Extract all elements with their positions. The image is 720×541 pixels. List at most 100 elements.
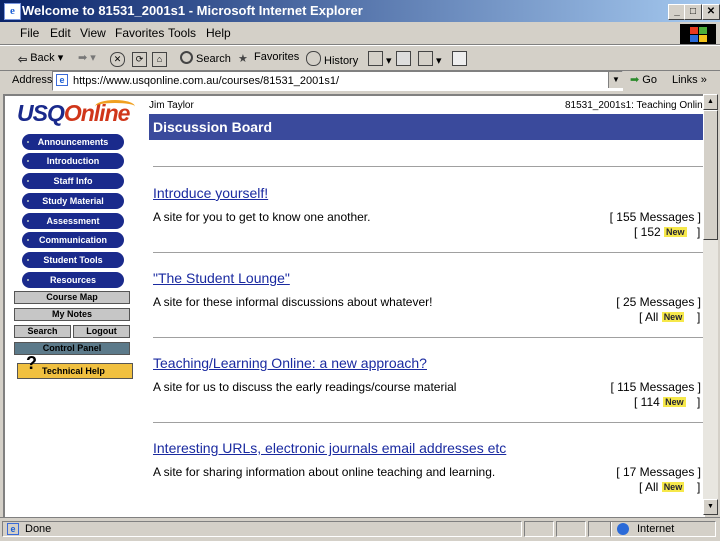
divider (153, 422, 703, 426)
window-title: Welcome to 81531_2001s1 - Microsoft Inte… (22, 3, 363, 18)
nav-study-material[interactable]: Study Material (22, 193, 124, 209)
forum-new-count[interactable]: [ 152 New (634, 225, 687, 239)
forum-message-count[interactable]: [ 155 Messages ] (610, 210, 701, 224)
course-map-button[interactable]: Course Map (14, 291, 130, 304)
page-icon: e (56, 74, 68, 86)
print-button[interactable] (396, 51, 414, 67)
forum-message-count[interactable]: [ 115 Messages ] (611, 380, 702, 394)
stop-button[interactable]: ✕ (110, 51, 128, 67)
forum-new-count[interactable]: [ All New (639, 480, 685, 494)
new-badge: New (661, 312, 685, 322)
forum-description: A site for these informal discussions ab… (153, 295, 433, 309)
forum-message-count[interactable]: [ 25 Messages ] (616, 295, 701, 309)
go-arrow-icon: ➡ (630, 74, 640, 86)
divider (153, 252, 703, 256)
bracket-close: ] (697, 310, 701, 324)
page-done-icon: e (7, 523, 19, 535)
scroll-up-icon[interactable]: ▲ (703, 94, 718, 110)
new-badge: New (663, 397, 686, 407)
favorites-icon: ★ (238, 53, 248, 65)
forum-title-link[interactable]: Introduce yourself! (153, 185, 268, 201)
forum-description: A site for us to discuss the early readi… (153, 380, 457, 394)
forward-button[interactable]: ➡ ▾ (78, 51, 96, 64)
menu-file[interactable]: File (20, 26, 39, 40)
nav-introduction[interactable]: Introduction (22, 153, 124, 169)
stop-icon: ✕ (110, 52, 125, 67)
forum-new-count[interactable]: [ 114 New (634, 395, 686, 409)
maximize-button[interactable]: □ (684, 4, 702, 20)
back-button[interactable]: ⇦ Back ▾ (18, 51, 63, 66)
print-icon (396, 51, 411, 66)
links-button[interactable]: Links » (672, 74, 707, 86)
ie-icon: e (4, 3, 21, 20)
bracket-close: ] (697, 395, 701, 409)
menu-help[interactable]: Help (206, 26, 231, 40)
edit-icon (418, 51, 433, 66)
address-label: Address (12, 74, 53, 86)
nav-student-tools[interactable]: Student Tools (22, 252, 124, 268)
status-text: e Done (2, 521, 522, 537)
address-dropdown-icon[interactable]: ▼ (608, 72, 623, 88)
forum-new-count[interactable]: [ All New (639, 310, 685, 324)
nav-staff-info[interactable]: Staff Info (22, 173, 124, 189)
status-pane (556, 521, 586, 537)
forum-description: A site for you to get to know one anothe… (153, 210, 371, 224)
windows-logo-icon (680, 24, 716, 44)
scroll-thumb[interactable] (703, 110, 718, 240)
new-badge: New (661, 482, 685, 492)
forum-title-link[interactable]: Teaching/Learning Online: a new approach… (153, 355, 427, 371)
address-bar: Address e https://www.usqonline.com.au/c… (0, 70, 720, 92)
menu-view[interactable]: View (80, 26, 106, 40)
menu-bar: File Edit View Favorites Tools Help (0, 22, 720, 45)
close-button[interactable]: ✕ (702, 4, 720, 20)
logo-swoosh (95, 100, 135, 113)
refresh-button[interactable]: ⟳ (132, 51, 150, 67)
search-button[interactable]: Search (180, 51, 231, 65)
menu-favorites[interactable]: Favorites (115, 26, 164, 40)
divider (153, 166, 703, 170)
logout-button[interactable]: Logout (73, 325, 130, 338)
page-content: USQOnline Announcements Introduction Sta… (3, 94, 705, 517)
address-field[interactable]: e https://www.usqonline.com.au/courses/8… (52, 71, 623, 91)
nav-assessment[interactable]: Assessment (22, 213, 124, 229)
nav-announcements[interactable]: Announcements (22, 134, 124, 150)
question-icon: ? (26, 353, 37, 373)
menu-edit[interactable]: Edit (50, 26, 71, 40)
toolbar: ⇦ Back ▾ ➡ ▾ ✕ ⟳ ⌂ Search ★ Favorites Hist… (0, 45, 720, 71)
discuss-button[interactable] (452, 51, 470, 67)
forum-description: A site for sharing information about onl… (153, 465, 496, 479)
search-icon (180, 51, 193, 64)
status-pane (588, 521, 612, 537)
status-pane (524, 521, 554, 537)
title-bar: e Welcome to 81531_2001s1 - Microsoft In… (0, 0, 720, 22)
forum-title-link[interactable]: Interesting URLs, electronic journals em… (153, 440, 506, 456)
bracket-close: ] (697, 480, 701, 494)
edit-button[interactable]: ▾ (418, 51, 442, 67)
new-badge: New (664, 227, 687, 237)
forum-message-count[interactable]: [ 17 Messages ] (616, 465, 701, 479)
menu-tools[interactable]: Tools (168, 26, 196, 40)
globe-icon (617, 523, 629, 535)
user-name: Jim Taylor (149, 100, 194, 111)
nav-communication[interactable]: Communication (22, 232, 124, 248)
forum-title-link[interactable]: "The Student Lounge" (153, 270, 290, 286)
my-notes-button[interactable]: My Notes (14, 308, 130, 321)
forward-arrow-icon: ➡ ▾ (78, 52, 96, 64)
search-nav-button[interactable]: Search (14, 325, 71, 338)
vertical-scrollbar[interactable]: ▲ ▼ (703, 94, 718, 515)
home-icon: ⌂ (152, 52, 167, 67)
home-button[interactable]: ⌂ (152, 51, 170, 67)
mail-button[interactable]: ▾ (368, 51, 392, 67)
technical-help-button[interactable]: ? Technical Help (17, 354, 133, 379)
favorites-button[interactable]: ★ Favorites (238, 51, 299, 65)
back-arrow-icon: ⇦ (18, 54, 28, 66)
address-url: https://www.usqonline.com.au/courses/815… (73, 75, 339, 87)
history-button[interactable]: History (306, 51, 358, 67)
status-bar: e Done Internet (0, 517, 720, 541)
nav-resources[interactable]: Resources (22, 272, 124, 288)
page-title: Discussion Board (149, 114, 705, 140)
divider (153, 337, 703, 341)
discuss-icon (452, 51, 467, 66)
go-button[interactable]: ➡ Go (630, 73, 657, 86)
scroll-down-icon[interactable]: ▼ (703, 499, 718, 515)
